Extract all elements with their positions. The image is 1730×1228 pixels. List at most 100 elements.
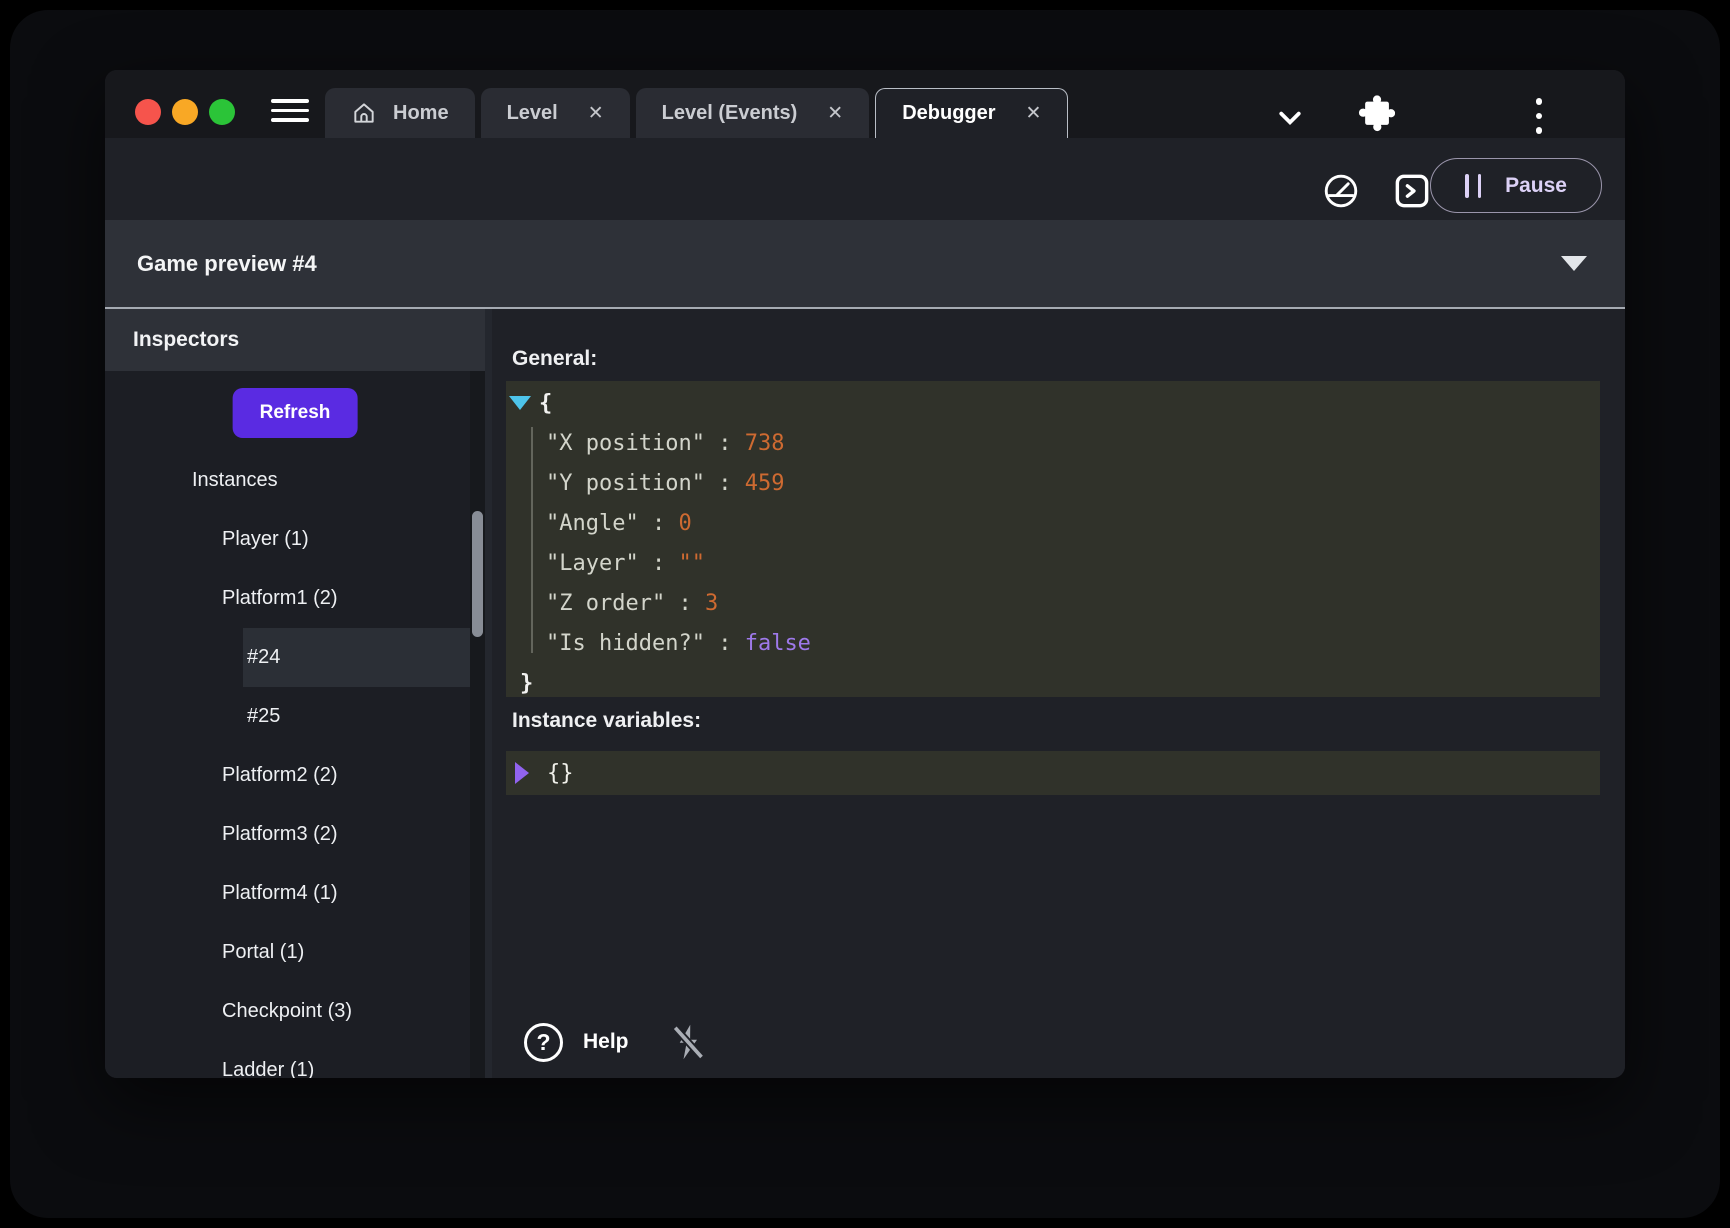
expand-closed-triangle-icon[interactable] [515,762,529,784]
tree-item-platform1-2[interactable]: Platform1 (2) [105,569,470,628]
indent-guide [531,427,533,653]
json-close-row: } [506,663,1600,703]
close-tab-icon[interactable]: ✕ [827,104,843,123]
instances-tree: Instances Player (1) Platform1 (2) #24 #25 Pl… [105,451,470,1078]
close-window-button[interactable] [135,99,161,125]
home-icon [351,100,377,126]
console-icon[interactable] [1395,174,1429,208]
footer-actions: ? Help [524,1021,709,1063]
json-properties: "X position" : 738 "Y position" : 459 "Ang… [506,423,1600,663]
tab-level[interactable]: Level ✕ [481,88,630,138]
sidebar-body: Refresh Instances Player (1) Platform1 (2)… [105,371,485,1078]
property-row: "X position" : 738 [506,423,1600,463]
menu-icon[interactable] [271,99,309,122]
gdevelop-window: Home Level ✕ Level (Events) ✕ Debugger ✕ [105,70,1625,1078]
close-tab-icon[interactable]: ✕ [1026,104,1042,123]
tree-item-instances[interactable]: Instances [105,451,470,510]
tree-item-label: Platform2 (2) [222,764,338,787]
close-brace: } [520,671,533,696]
collapse-triangle-icon [1561,256,1587,271]
property-value: 3 [705,591,718,616]
tab-home[interactable]: Home [325,88,475,138]
property-value: 0 [678,511,691,536]
pause-button[interactable]: Pause [1430,158,1602,213]
property-colon: : [705,431,745,456]
tab-label: Level (Events) [662,102,798,125]
chevron-down-icon[interactable] [1275,103,1305,133]
debugger-toolbar: Pause [105,138,1625,220]
extensions-puzzle-icon[interactable] [1358,95,1395,132]
debugger-content: Inspectors Refresh Instances Player (1) Pl… [105,309,1625,1078]
help-label: Help [583,1030,629,1054]
general-label: General: [512,347,597,371]
sidebar-scrollbar-thumb[interactable] [472,511,483,637]
title-bar: Home Level ✕ Level (Events) ✕ Debugger ✕ [105,70,1625,138]
tree-item-player-1[interactable]: Player (1) [105,510,470,569]
property-colon: : [705,471,745,496]
instance-variables-label: Instance variables: [512,709,701,733]
pause-label: Pause [1505,174,1567,198]
tree-item-label: Platform4 (1) [222,882,338,905]
game-preview-header[interactable]: Game preview #4 [105,220,1625,309]
property-value: false [745,631,811,656]
tree-item-label: #25 [247,705,280,728]
tab-debugger[interactable]: Debugger ✕ [875,88,1068,138]
property-row: "Layer" : "" [506,543,1600,583]
tab-level-events[interactable]: Level (Events) ✕ [636,88,870,138]
minimize-window-button[interactable] [172,99,198,125]
tab-label: Debugger [902,102,995,125]
tab-label: Level [507,102,558,125]
tree-item-label: Ladder (1) [222,1059,314,1078]
tree-item-24[interactable]: #24 [105,628,470,687]
titlebar-actions [1205,70,1625,138]
pause-icon [1465,174,1481,198]
help-button[interactable]: ? Help [524,1023,629,1062]
instance-variables-value: {} [547,761,574,786]
json-root-row: { [506,383,1600,423]
tree-item-label: Platform3 (2) [222,823,338,846]
property-value: "" [678,551,705,576]
property-key: "Y position" [546,471,705,496]
property-colon: : [639,551,679,576]
tree-item-platform4-1[interactable]: Platform4 (1) [105,864,470,923]
tab-label: Home [393,102,449,125]
close-tab-icon[interactable]: ✕ [588,104,604,123]
tree-item-label: #24 [247,646,280,669]
property-row: "Angle" : 0 [506,503,1600,543]
property-value: 738 [745,431,785,456]
tree-item-checkpoint-3[interactable]: Checkpoint (3) [105,982,470,1041]
tree-item-label: Player (1) [222,528,309,551]
instance-variables-view: {} [506,751,1600,795]
expand-open-triangle-icon[interactable] [509,396,531,410]
tree-item-platform3-2[interactable]: Platform3 (2) [105,805,470,864]
property-colon: : [705,631,745,656]
tree-item-25[interactable]: #25 [105,687,470,746]
property-row: "Z order" : 3 [506,583,1600,623]
property-key: "Z order" [546,591,665,616]
game-preview-title: Game preview #4 [137,251,317,277]
property-colon: : [639,511,679,536]
maximize-window-button[interactable] [209,99,235,125]
tree-item-ladder-1[interactable]: Ladder (1) [105,1041,470,1078]
property-colon: : [665,591,705,616]
open-brace: { [539,391,552,416]
tree-item-label: Instances [192,469,278,492]
sidebar-scrollbar-track [470,371,485,1078]
tree-item-label: Portal (1) [222,941,304,964]
tree-item-portal-1[interactable]: Portal (1) [105,923,470,982]
property-value: 459 [745,471,785,496]
property-key: "Angle" [546,511,639,536]
flash-off-icon[interactable] [667,1021,709,1063]
inspector-detail-panel: General: { "X position" : 738 "Y position… [492,309,1625,1078]
tree-item-platform2-2[interactable]: Platform2 (2) [105,746,470,805]
refresh-button[interactable]: Refresh [233,388,358,438]
sidebar-title: Inspectors [105,309,485,371]
general-json-view: { "X position" : 738 "Y position" : 459 "A… [506,381,1600,697]
profiler-gauge-icon[interactable] [1324,174,1358,208]
tree-item-label: Checkpoint (3) [222,1000,352,1023]
kebab-menu-icon[interactable] [1536,98,1543,134]
tab-bar: Home Level ✕ Level (Events) ✕ Debugger ✕ [325,88,1068,138]
window-controls [135,99,235,125]
panel-divider [485,309,492,1078]
inspectors-sidebar: Inspectors Refresh Instances Player (1) Pl… [105,309,485,1078]
